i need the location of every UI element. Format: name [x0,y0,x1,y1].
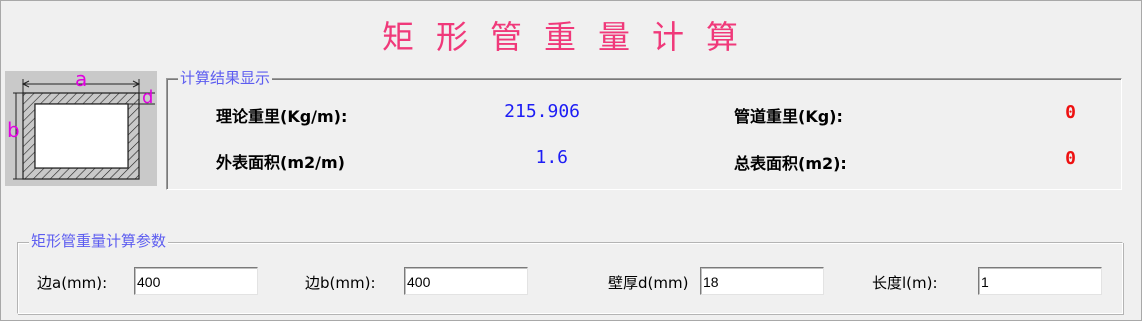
total-area-value: 0 [1065,148,1076,169]
outer-area-label: 外表面积(m2/m) [216,153,345,172]
pipe-weight-value: 0 [1065,102,1076,123]
pipe-weight-label: 管道重里(Kg): [734,107,843,126]
results-group-label: 计算结果显示 [178,69,273,87]
thickness-input[interactable]: 18 [700,267,824,295]
tube-cross-section-svg: a b d [7,67,155,180]
tube-inner-hollow [34,103,129,169]
length-label: 长度l(m): [872,274,938,292]
params-group-label: 矩形管重量计算参数 [29,232,169,250]
results-group [166,78,1122,190]
side-b-label: 边b(mm): [305,274,376,292]
length-input[interactable]: 1 [978,267,1102,295]
side-a-input[interactable]: 400 [134,267,258,295]
outer-area-value: 1.6 [535,147,568,168]
side-b-input[interactable]: 400 [404,267,528,295]
dimension-d-label: d [142,87,153,108]
total-area-label: 总表面积(m2): [734,154,847,173]
thickness-label: 壁厚d(mm) [608,274,689,292]
tube-cross-section-diagram: a b d [5,67,157,186]
dimension-a-label: a [75,71,87,91]
theoretical-weight-value: 215.906 [504,101,580,122]
side-a-label: 边a(mm): [37,274,108,292]
dimension-b-label: b [7,118,20,142]
theoretical-weight-label: 理论重里(Kg/m): [216,107,348,126]
page-title: 矩形管重量计算 [381,18,760,56]
